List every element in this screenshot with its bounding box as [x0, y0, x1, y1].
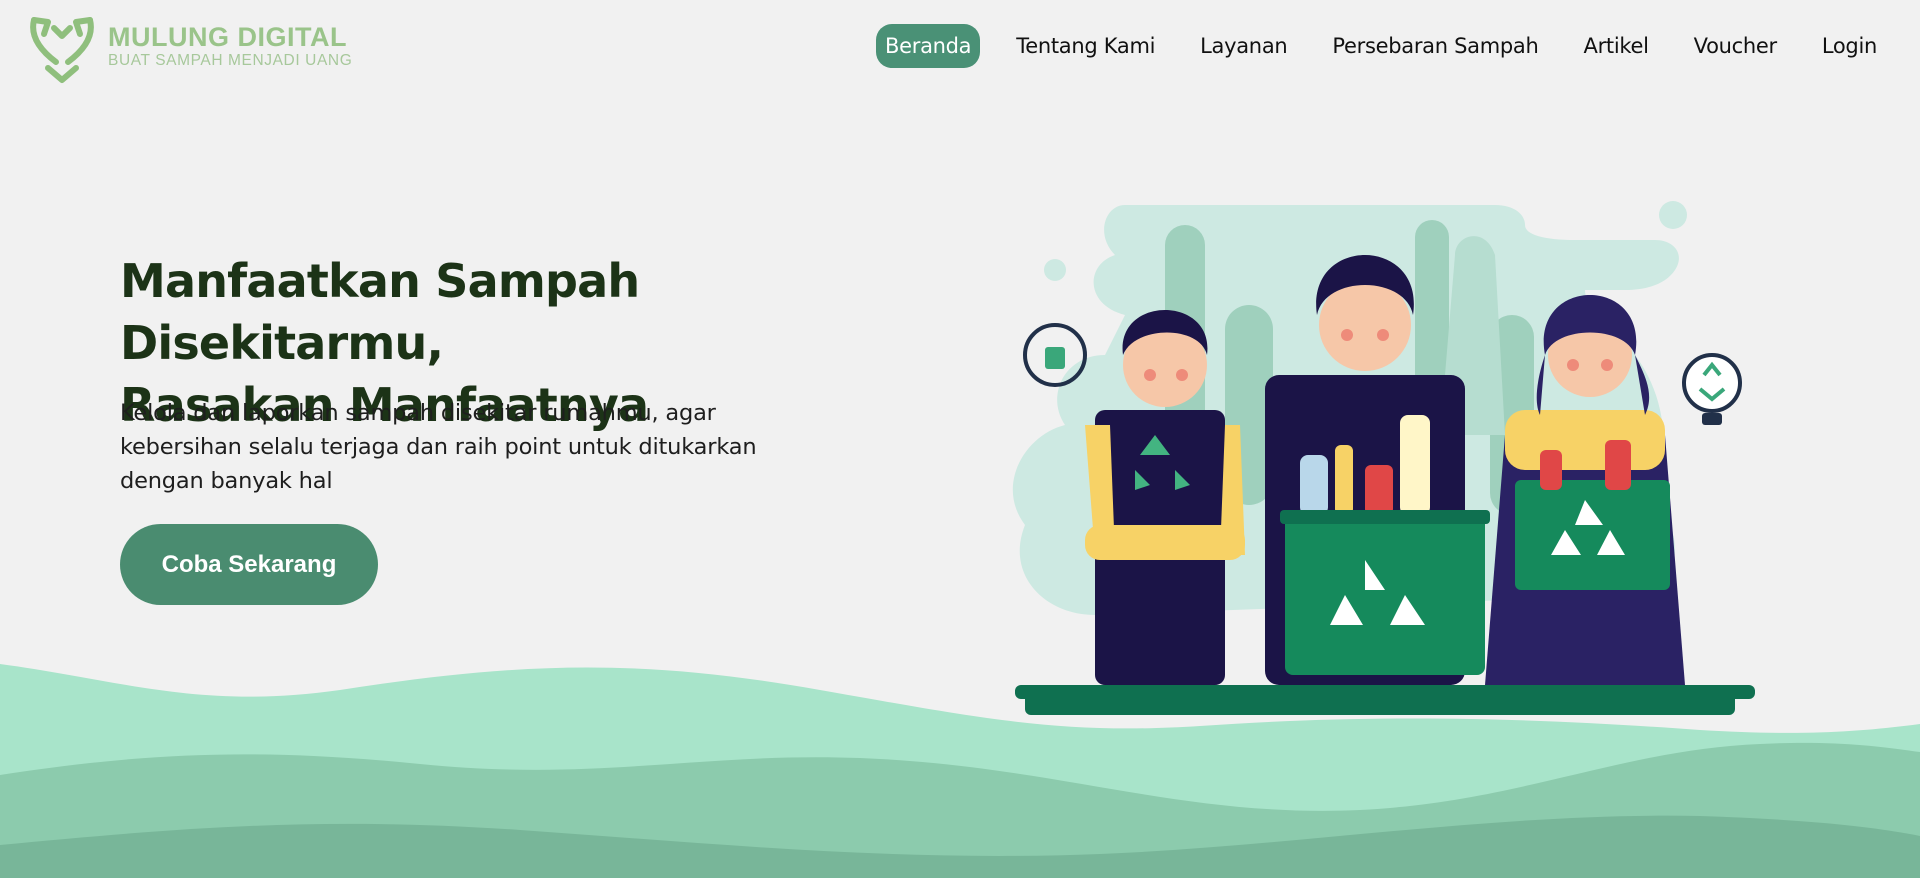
nav-voucher[interactable]: Voucher: [1685, 24, 1786, 68]
logo-tagline: BUAT SAMPAH MENJADI UANG: [108, 52, 353, 69]
nav-layanan[interactable]: Layanan: [1191, 24, 1296, 68]
try-now-button[interactable]: Coba Sekarang: [120, 524, 378, 605]
hero-title-line-1: Manfaatkan Sampah Disekitarmu,: [120, 254, 640, 370]
logo[interactable]: MULUNG DIGITAL BUAT SAMPAH MENJADI UANG: [26, 12, 352, 84]
nav-artikel[interactable]: Artikel: [1575, 24, 1658, 68]
lightbulb-recycle-icon: [1682, 353, 1742, 425]
nav-login[interactable]: Login: [1813, 24, 1886, 68]
recycle-heart-icon: [30, 17, 94, 83]
header: MULUNG DIGITAL BUAT SAMPAH MENJADI UANG …: [0, 0, 1920, 96]
main-nav: Beranda Tentang Kami Layanan Persebaran …: [876, 24, 1886, 68]
hero-description: Kelola dan laporkan sampah disekitar rum…: [120, 396, 780, 498]
nav-persebaran-sampah[interactable]: Persebaran Sampah: [1323, 24, 1547, 68]
recycling-people-illustration: [1012, 201, 1755, 715]
hero-desc-line-1: Kelola dan laporkan sampah disekitar rum…: [120, 400, 716, 426]
nav-tentang-kami[interactable]: Tentang Kami: [1007, 24, 1164, 68]
nav-beranda[interactable]: Beranda: [876, 24, 981, 68]
hero-desc-line-2: kebersihan selalu terjaga dan raih point…: [120, 434, 757, 460]
hero-desc-line-3: dengan banyak hal: [120, 468, 333, 494]
logo-name: MULUNG DIGITAL: [108, 22, 347, 52]
recycle-bin-icon: [1023, 323, 1087, 387]
